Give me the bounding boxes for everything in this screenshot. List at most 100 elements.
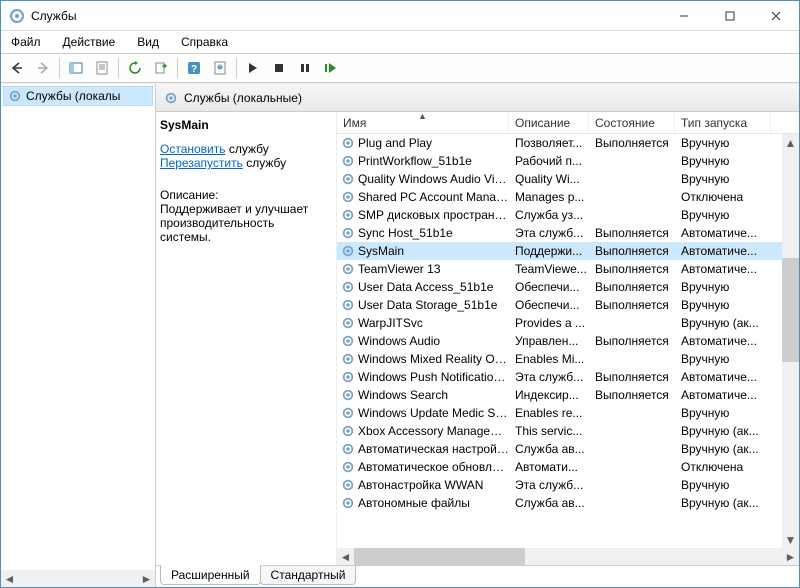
close-button[interactable] xyxy=(753,1,799,31)
cell-startup: Вручную xyxy=(675,172,771,186)
menu-file[interactable]: Файл xyxy=(7,33,45,51)
toolbar-separator xyxy=(118,58,119,78)
cell-name: SMP дисковых пространст... xyxy=(337,208,509,222)
service-row[interactable]: User Data Access_51b1eОбеспечи...Выполня… xyxy=(337,278,782,296)
service-row[interactable]: Sync Host_51b1eЭта служб...ВыполняетсяАв… xyxy=(337,224,782,242)
pane-header: Службы (локальные) xyxy=(156,84,799,112)
cell-description: Автомати... xyxy=(509,460,589,474)
service-row[interactable]: Windows Update Medic Ser...Enables re...… xyxy=(337,404,782,422)
content: SysMain Остановить службу Перезапустить … xyxy=(156,112,799,565)
scroll-right-icon[interactable]: ► xyxy=(782,548,799,565)
service-list: Имя▲ Описание Состояние Тип запуска Plug… xyxy=(336,112,799,565)
cell-description: Обеспечи... xyxy=(509,280,589,294)
cell-startup: Автоматиче... xyxy=(675,370,771,384)
cell-name: WarpJITSvc xyxy=(337,316,509,330)
menu-action[interactable]: Действие xyxy=(59,33,120,51)
vertical-scrollbar[interactable]: ▲ ▼ xyxy=(782,134,799,548)
scroll-right-icon[interactable]: ► xyxy=(138,570,155,587)
cell-description: TeamViewe... xyxy=(509,262,589,276)
scroll-left-icon[interactable]: ◄ xyxy=(337,548,354,565)
main-pane: Службы (локальные) SysMain Остановить сл… xyxy=(156,84,799,587)
help-button[interactable]: ? xyxy=(182,56,206,80)
cell-description: Позволяет... xyxy=(509,136,589,150)
service-row[interactable]: Автоматическое обновлен...Автомати...Отк… xyxy=(337,458,782,476)
maximize-button[interactable] xyxy=(707,1,753,31)
service-row[interactable]: TeamViewer 13TeamViewe...ВыполняетсяАвто… xyxy=(337,260,782,278)
toolbar-separator xyxy=(59,58,60,78)
svg-text:?: ? xyxy=(219,65,222,71)
properties-button[interactable] xyxy=(90,56,114,80)
service-rows: Plug and PlayПозволяет...ВыполняетсяВруч… xyxy=(337,134,782,548)
refresh-button[interactable] xyxy=(123,56,147,80)
show-hide-tree-button[interactable] xyxy=(64,56,88,80)
cell-state: Выполняется xyxy=(589,298,675,312)
toolbar-separator xyxy=(236,58,237,78)
col-description[interactable]: Описание xyxy=(509,112,589,133)
service-row[interactable]: Windows SearchИндексир...ВыполняетсяАвто… xyxy=(337,386,782,404)
cell-description: Эта служб... xyxy=(509,226,589,240)
service-row[interactable]: SMP дисковых пространст...Служба уз...Вр… xyxy=(337,206,782,224)
toolbar-separator xyxy=(177,58,178,78)
service-row[interactable]: Quality Windows Audio Vid...Quality Wi..… xyxy=(337,170,782,188)
back-button[interactable] xyxy=(5,56,29,80)
menu-view[interactable]: Вид xyxy=(133,33,163,51)
restart-service-link[interactable]: Перезапустить xyxy=(160,156,243,170)
cell-description: Эта служб... xyxy=(509,370,589,384)
cell-description: This servic... xyxy=(509,424,589,438)
services-window: Службы Файл Действие Вид Справка ? ? xyxy=(0,0,800,588)
cell-description: Enables Mi... xyxy=(509,352,589,366)
toolbar: ? ? xyxy=(1,53,799,83)
cell-name: Plug and Play xyxy=(337,136,509,150)
start-service-button[interactable] xyxy=(241,56,265,80)
cell-startup: Вручную (ак... xyxy=(675,316,771,330)
service-row[interactable]: User Data Storage_51b1eОбеспечи...Выполн… xyxy=(337,296,782,314)
restart-service-button[interactable] xyxy=(319,56,343,80)
horizontal-scrollbar[interactable]: ◄ ► xyxy=(337,548,799,565)
service-row[interactable]: Windows Push Notification...Эта служб...… xyxy=(337,368,782,386)
cell-name: Windows Audio xyxy=(337,334,509,348)
stop-service-link[interactable]: Остановить xyxy=(160,142,226,156)
scroll-left-icon[interactable]: ◄ xyxy=(1,570,18,587)
service-row[interactable]: Plug and PlayПозволяет...ВыполняетсяВруч… xyxy=(337,134,782,152)
forward-button[interactable] xyxy=(31,56,55,80)
pane-title: Службы (локальные) xyxy=(184,91,302,105)
service-row[interactable]: Xbox Accessory Manageme...This servic...… xyxy=(337,422,782,440)
col-name[interactable]: Имя▲ xyxy=(337,112,509,133)
service-row[interactable]: WarpJITSvcProvides a ...Вручную (ак... xyxy=(337,314,782,332)
cell-state: Выполняется xyxy=(589,370,675,384)
service-row[interactable]: PrintWorkflow_51b1eРабочий п...Вручную xyxy=(337,152,782,170)
service-row[interactable]: Автономные файлыСлужба ав...Вручную (ак.… xyxy=(337,494,782,512)
service-row[interactable]: Shared PC Account ManagerManages p...Отк… xyxy=(337,188,782,206)
svg-text:?: ? xyxy=(191,64,197,75)
col-startup[interactable]: Тип запуска xyxy=(675,112,771,133)
service-row[interactable]: Автоматическая настройк...Служба ав...Вр… xyxy=(337,440,782,458)
cell-state: Выполняется xyxy=(589,280,675,294)
scroll-down-icon[interactable]: ▼ xyxy=(782,531,799,548)
cell-state: Выполняется xyxy=(589,334,675,348)
cell-name: Shared PC Account Manager xyxy=(337,190,509,204)
minimize-button[interactable] xyxy=(661,1,707,31)
scroll-thumb[interactable] xyxy=(354,548,525,565)
description-text: Поддерживает и улучшает производительнос… xyxy=(160,202,328,244)
help-topics-button[interactable]: ? xyxy=(208,56,232,80)
cell-startup: Вручную xyxy=(675,136,771,150)
scroll-thumb[interactable] xyxy=(782,258,799,362)
tab-extended[interactable]: Расширенный xyxy=(160,565,261,585)
export-button[interactable] xyxy=(149,56,173,80)
view-tabs: Расширенный Стандартный xyxy=(156,565,799,587)
column-headers: Имя▲ Описание Состояние Тип запуска xyxy=(337,112,799,134)
service-row[interactable]: SysMainПоддержи...ВыполняетсяАвтоматиче.… xyxy=(337,242,782,260)
stop-service-button[interactable] xyxy=(267,56,291,80)
service-row[interactable]: Автонастройка WWANЭта служб...Вручную xyxy=(337,476,782,494)
col-state[interactable]: Состояние xyxy=(589,112,675,133)
tree-root-item[interactable]: Службы (локалы xyxy=(3,86,153,106)
scroll-up-icon[interactable]: ▲ xyxy=(782,134,799,151)
cell-startup: Вручную (ак... xyxy=(675,424,771,438)
service-row[interactable]: Windows Mixed Reality Op...Enables Mi...… xyxy=(337,350,782,368)
tab-standard[interactable]: Стандартный xyxy=(260,566,357,585)
tree-hscroll[interactable]: ◄ ► xyxy=(1,570,155,587)
menu-help[interactable]: Справка xyxy=(177,33,232,51)
cell-name: PrintWorkflow_51b1e xyxy=(337,154,509,168)
pause-service-button[interactable] xyxy=(293,56,317,80)
service-row[interactable]: Windows AudioУправлен...ВыполняетсяАвтом… xyxy=(337,332,782,350)
